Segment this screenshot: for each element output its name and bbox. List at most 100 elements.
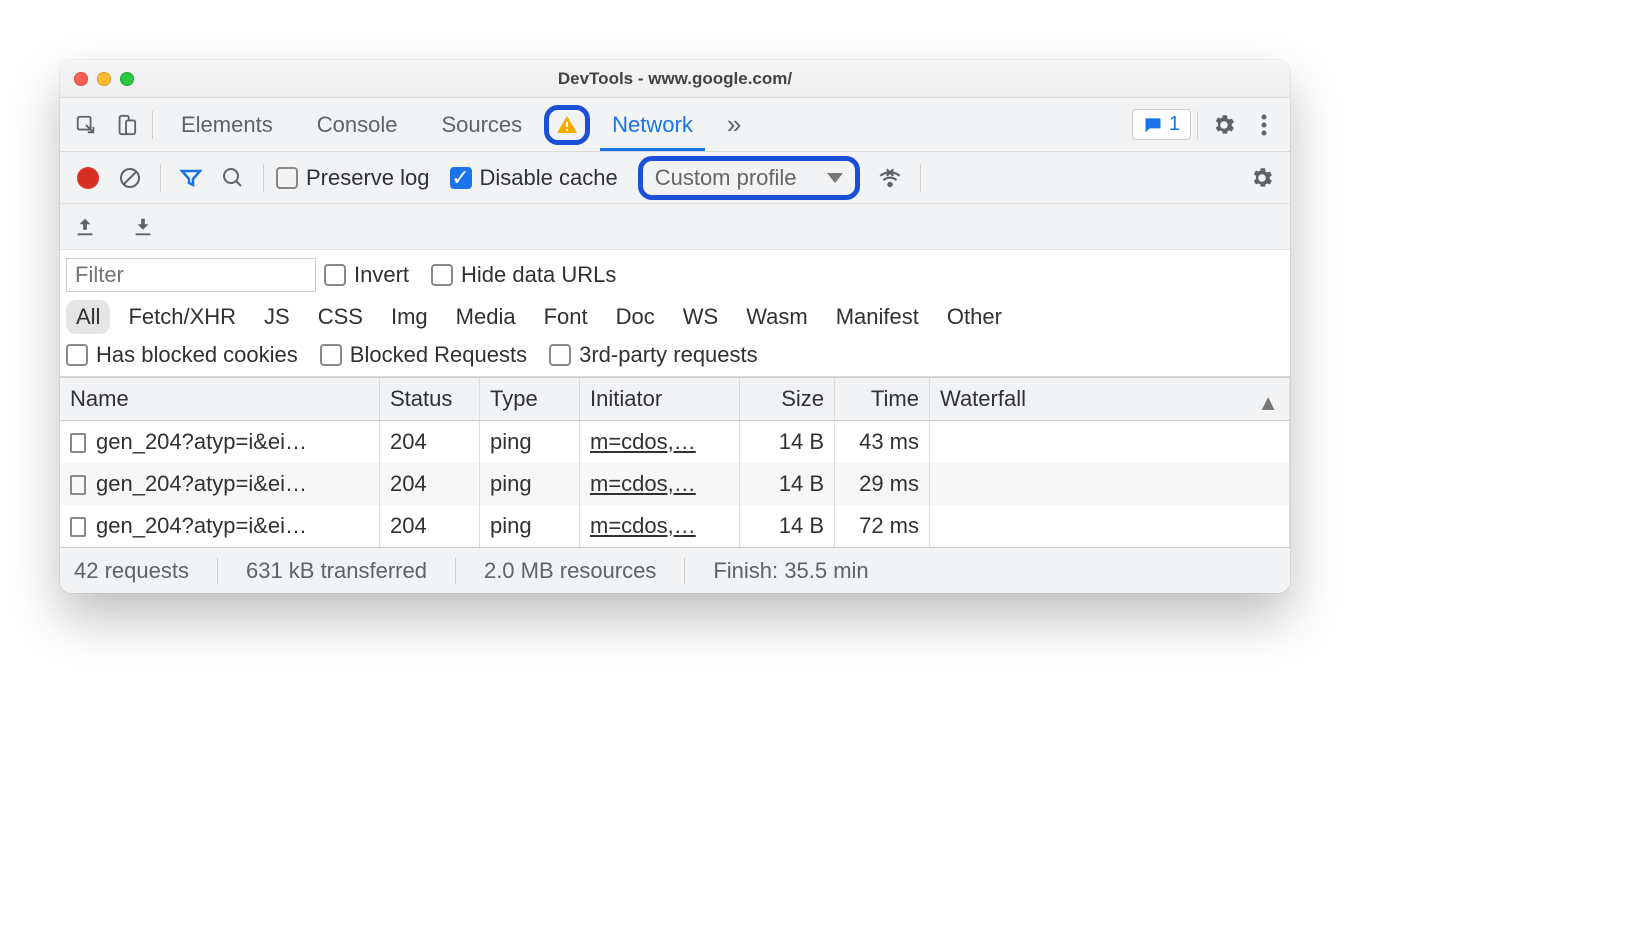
col-name[interactable]: Name (60, 378, 380, 420)
hide-data-urls-toggle[interactable]: Hide data URLs (431, 262, 616, 288)
cell-initiator[interactable]: m=cdos,… (580, 421, 740, 463)
checkbox-unchecked-icon (276, 167, 298, 189)
search-icon[interactable] (215, 166, 251, 190)
disable-cache-label: Disable cache (480, 165, 618, 191)
hide-data-urls-label: Hide data URLs (461, 262, 616, 288)
cell-name: gen_204?atyp=i&ei… (60, 421, 380, 463)
cell-waterfall (930, 505, 1290, 547)
filter-toggle-icon[interactable] (173, 166, 209, 190)
tab-sources[interactable]: Sources (419, 98, 544, 151)
clear-button[interactable] (112, 166, 148, 190)
table-header: Name Status Type Initiator Size Time Wat… (60, 377, 1290, 421)
download-icon[interactable] (132, 216, 154, 238)
cell-time: 72 ms (835, 505, 930, 547)
tab-elements[interactable]: Elements (159, 98, 295, 151)
cell-name: gen_204?atyp=i&ei… (60, 505, 380, 547)
issues-button[interactable]: 1 (1132, 109, 1191, 140)
divider (1197, 111, 1198, 139)
table-row[interactable]: gen_204?atyp=i&ei…204pingm=cdos,…14 B72 … (60, 505, 1290, 547)
col-time[interactable]: Time (835, 378, 930, 420)
cell-type: ping (480, 421, 580, 463)
warning-icon (555, 113, 579, 137)
warning-highlight (544, 105, 590, 145)
divider (263, 164, 264, 192)
document-icon (70, 433, 86, 453)
network-conditions-icon[interactable] (872, 165, 908, 191)
inspect-element-icon[interactable] (66, 105, 106, 145)
checkbox-unchecked-icon (320, 344, 342, 366)
record-button[interactable] (70, 167, 106, 189)
document-icon (70, 517, 86, 537)
filter-type-doc[interactable]: Doc (606, 300, 665, 334)
preserve-log-label: Preserve log (306, 165, 430, 191)
device-toggle-icon[interactable] (106, 105, 146, 145)
invert-toggle[interactable]: Invert (324, 262, 409, 288)
upload-icon[interactable] (74, 216, 96, 238)
cell-type: ping (480, 463, 580, 505)
col-status[interactable]: Status (380, 378, 480, 420)
col-type[interactable]: Type (480, 378, 580, 420)
tab-network[interactable]: Network (590, 98, 715, 151)
filter-type-wasm[interactable]: Wasm (736, 300, 818, 334)
status-transferred: 631 kB transferred (246, 558, 456, 584)
cell-size: 14 B (740, 463, 835, 505)
cell-status: 204 (380, 505, 480, 547)
cell-time: 29 ms (835, 463, 930, 505)
settings-icon[interactable] (1204, 105, 1244, 145)
throttling-value: Custom profile (655, 165, 797, 191)
checkbox-unchecked-icon (66, 344, 88, 366)
panel-tabs: Elements Console Sources Network » (159, 98, 753, 151)
network-settings-icon[interactable] (1244, 165, 1280, 191)
filter-type-js[interactable]: JS (254, 300, 300, 334)
cell-initiator[interactable]: m=cdos,… (580, 463, 740, 505)
filter-type-css[interactable]: CSS (308, 300, 373, 334)
filter-type-ws[interactable]: WS (673, 300, 728, 334)
cell-status: 204 (380, 421, 480, 463)
divider (160, 164, 161, 192)
filter-type-font[interactable]: Font (534, 300, 598, 334)
main-toolbar: Elements Console Sources Network » 1 (60, 98, 1290, 152)
cell-status: 204 (380, 463, 480, 505)
status-bar: 42 requests 631 kB transferred 2.0 MB re… (60, 547, 1290, 593)
message-icon (1143, 115, 1163, 135)
throttling-select[interactable]: Custom profile (638, 156, 860, 200)
divider (920, 164, 921, 192)
preserve-log-toggle[interactable]: Preserve log (276, 165, 430, 191)
status-finish: Finish: 35.5 min (713, 558, 896, 584)
checkbox-unchecked-icon (324, 264, 346, 286)
kebab-menu-icon[interactable] (1244, 105, 1284, 145)
filter-type-fetch[interactable]: Fetch/XHR (118, 300, 246, 334)
filter-type-media[interactable]: Media (446, 300, 526, 334)
sort-asc-icon: ▲ (1257, 390, 1279, 416)
tab-console[interactable]: Console (295, 98, 420, 151)
cell-size: 14 B (740, 505, 835, 547)
invert-label: Invert (354, 262, 409, 288)
blocked-cookies-toggle[interactable]: Has blocked cookies (66, 342, 298, 368)
blocked-requests-toggle[interactable]: Blocked Requests (320, 342, 527, 368)
checkbox-unchecked-icon (431, 264, 453, 286)
cell-name: gen_204?atyp=i&ei… (60, 463, 380, 505)
cell-type: ping (480, 505, 580, 547)
table-row[interactable]: gen_204?atyp=i&ei…204pingm=cdos,…14 B29 … (60, 463, 1290, 505)
filter-type-img[interactable]: Img (381, 300, 438, 334)
col-waterfall[interactable]: Waterfall ▲ (930, 378, 1290, 420)
divider (152, 111, 153, 139)
har-toolbar (60, 204, 1290, 250)
filter-type-other[interactable]: Other (937, 300, 1012, 334)
table-row[interactable]: gen_204?atyp=i&ei…204pingm=cdos,…14 B43 … (60, 421, 1290, 463)
cell-initiator[interactable]: m=cdos,… (580, 505, 740, 547)
filter-input[interactable] (66, 258, 316, 292)
third-party-toggle[interactable]: 3rd-party requests (549, 342, 758, 368)
status-resources: 2.0 MB resources (484, 558, 685, 584)
tableask: gen_204?atyp=i&ei…204pingm=cdos,…14 B43 … (60, 421, 1290, 547)
more-tabs-button[interactable]: » (715, 98, 753, 151)
blocked-cookies-label: Has blocked cookies (96, 342, 298, 368)
filter-type-all[interactable]: All (66, 300, 110, 334)
col-size[interactable]: Size (740, 378, 835, 420)
filter-type-manifest[interactable]: Manifest (826, 300, 929, 334)
disable-cache-toggle[interactable]: ✓ Disable cache (450, 165, 618, 191)
cell-waterfall (930, 421, 1290, 463)
col-initiator[interactable]: Initiator (580, 378, 740, 420)
third-party-label: 3rd-party requests (579, 342, 758, 368)
cell-waterfall (930, 463, 1290, 505)
